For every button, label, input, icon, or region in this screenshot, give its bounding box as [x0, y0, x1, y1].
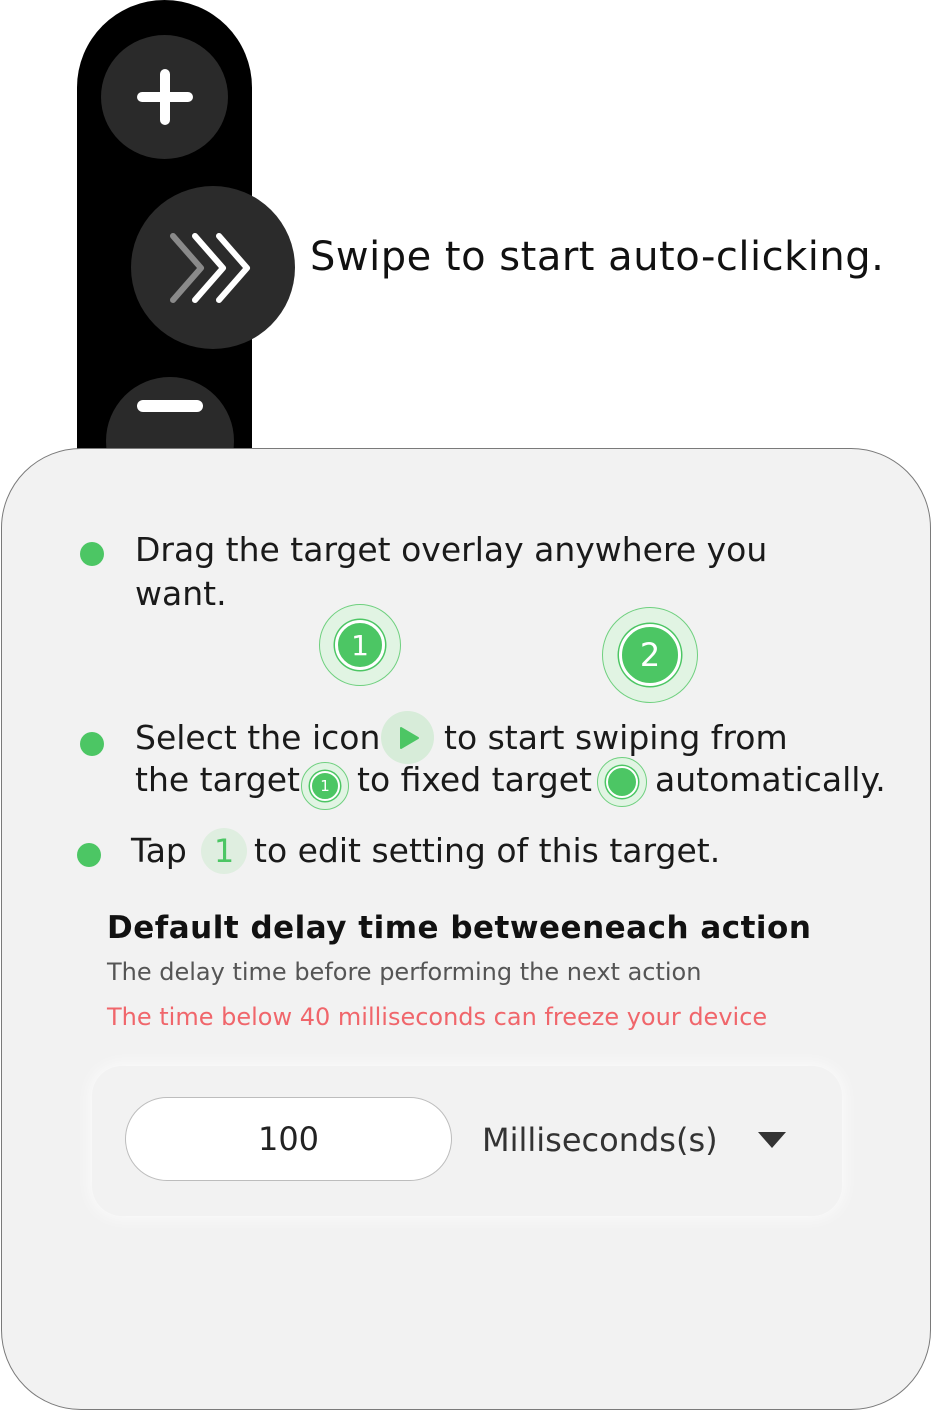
- small-target-1: 1: [301, 762, 349, 810]
- unit-label: Milliseconds(s): [482, 1121, 718, 1159]
- drag-instruction-line2: want.: [135, 574, 227, 613]
- small-target-label: 1: [320, 777, 330, 795]
- swipe-hint: Swipe to start auto-clicking.: [310, 234, 885, 280]
- target-2-label: 2: [639, 636, 661, 674]
- caret-down-icon: [758, 1132, 786, 1148]
- plus-icon: [136, 69, 193, 125]
- tap-text-1: Tap: [131, 831, 187, 870]
- triple-chevron-right-icon: [170, 232, 250, 303]
- select-text-2: to start swiping from: [444, 718, 788, 757]
- delay-heading: Default delay time betweeneach action: [107, 910, 812, 946]
- select-text-1: Select the icon: [135, 718, 381, 757]
- delay-value-input[interactable]: [125, 1097, 452, 1181]
- add-target-button[interactable]: [101, 35, 228, 159]
- bullet-dot: [80, 732, 104, 756]
- delay-description: The delay time before performing the nex…: [107, 958, 702, 986]
- select-text-5: automatically.: [655, 760, 886, 799]
- target-1[interactable]: 1: [319, 604, 401, 686]
- select-text-4: to fixed target: [357, 760, 592, 799]
- target-2[interactable]: 2: [602, 607, 698, 703]
- play-button[interactable]: [381, 711, 434, 764]
- tap-text-2: to edit setting of this target.: [254, 831, 721, 870]
- drag-instruction-line1: Drag the target overlay anywhere you: [135, 530, 768, 569]
- bullet-dot: [80, 542, 104, 566]
- unit-dropdown[interactable]: Milliseconds(s): [482, 1115, 802, 1165]
- tap-target-badge: 1: [201, 828, 247, 874]
- fixed-target: [597, 757, 647, 807]
- play-icon: [399, 726, 419, 749]
- bullet-dot: [77, 843, 101, 867]
- swipe-button[interactable]: [131, 186, 295, 349]
- delay-warning: The time below 40 milliseconds can freez…: [107, 1003, 768, 1031]
- minus-icon: [137, 400, 203, 412]
- select-text-3: the target: [135, 760, 300, 799]
- target-1-label: 1: [351, 628, 369, 662]
